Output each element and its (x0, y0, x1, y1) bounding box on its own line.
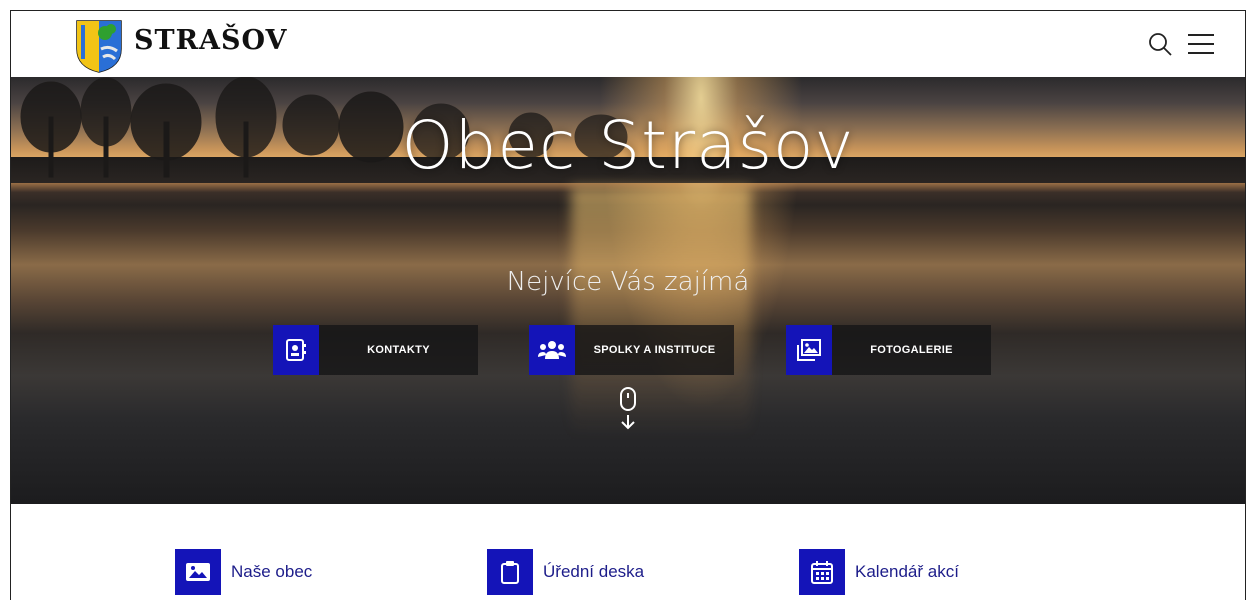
quick-link-label: FOTOGALERIE (870, 344, 953, 356)
section-link-label: Úřední deska (543, 562, 645, 581)
section-link-kalendar-akci[interactable]: Kalendář akcí (799, 549, 959, 595)
mouse-scroll-down-icon[interactable] (617, 387, 639, 436)
quick-link-kontakty[interactable]: KONTAKTY (273, 325, 478, 375)
photo-gallery-icon (786, 325, 832, 375)
users-group-icon (529, 325, 575, 375)
site-header: STRAŠOV (11, 11, 1245, 77)
quick-link-label: KONTAKTY (367, 344, 430, 356)
water-reflection (571, 187, 751, 437)
section-link-nase-obec[interactable]: Naše obec (175, 549, 312, 595)
hamburger-menu-icon[interactable] (1187, 31, 1215, 57)
calendar-icon (799, 549, 845, 595)
image-icon (175, 549, 221, 595)
coat-of-arms-logo[interactable] (75, 19, 123, 73)
header-actions (1147, 31, 1215, 57)
page-frame: STRAŠOV Obec Strašov Nejvíce Vás zajímá … (10, 10, 1246, 600)
section-link-label: Naše obec (231, 562, 313, 581)
section-link-label: Kalendář akcí (855, 562, 959, 581)
contact-book-icon (273, 325, 319, 375)
quick-link-label: SPOLKY A INSTITUCE (593, 344, 716, 356)
search-icon[interactable] (1147, 31, 1173, 57)
hero-subtitle: Nejvíce Vás zajímá (506, 267, 750, 297)
clipboard-icon (487, 549, 533, 595)
quick-link-fotogalerie[interactable]: FOTOGALERIE (786, 325, 991, 375)
section-link-uredni-deska[interactable]: Úřední deska (487, 549, 644, 595)
section-links: Naše obec Úřední deska Kalendář akcí (11, 549, 1245, 599)
hero-banner: Obec Strašov Nejvíce Vás zajímá KONTAKTY (11, 77, 1245, 504)
hero-title: Obec Strašov (401, 107, 855, 184)
quick-link-spolky[interactable]: SPOLKY A INSTITUCE (529, 325, 734, 375)
site-brand[interactable]: STRAŠOV (134, 25, 287, 56)
